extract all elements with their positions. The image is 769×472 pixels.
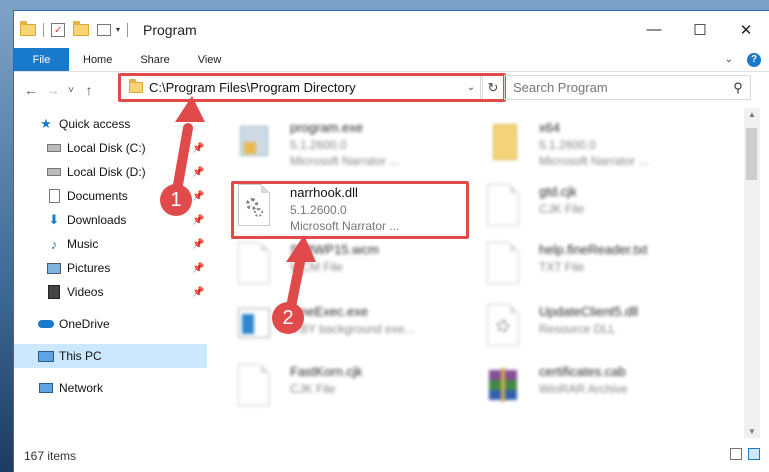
item-count: 167 items [24,448,77,463]
exe-icon [234,304,274,348]
maximize-button[interactable]: ☐ [677,15,723,45]
list-item[interactable]: gtd.cjk CJK File [460,178,710,234]
downloads-icon: ⬇ [48,212,60,227]
network-icon [38,381,54,395]
file-list: program.exe 5.1.2600.0 Microsoft Narrato… [211,108,744,438]
status-bar: 167 items [14,438,769,472]
scroll-up-icon[interactable]: ▲ [744,110,760,119]
customize-icon[interactable] [97,23,111,36]
dropdown-icon[interactable]: ▾ [116,25,120,34]
pin-icon[interactable]: 📌 [192,215,204,226]
chevron-down-icon[interactable]: ⌄ [725,54,733,65]
sidebar-item-videos[interactable]: Videos 📌 [14,280,207,304]
pin-icon[interactable]: 📌 [192,263,204,274]
explorer-window: ✓ ▾ Program — ☐ ✕ File Home Share View ⌄… [13,10,769,472]
sidebar-item-network[interactable]: Network [14,376,207,400]
minimize-button[interactable]: — [631,15,677,45]
details-view-icon[interactable] [730,448,742,460]
window-controls: — ☐ ✕ [631,15,769,45]
sidebar-item-local-disk-d[interactable]: Local Disk (D:) 📌 [14,160,207,184]
vertical-scrollbar[interactable]: ▲ ▼ [744,108,760,438]
tab-file[interactable]: File [14,48,69,71]
list-item[interactable]: UpdateClient5.dll Resource DLL [460,298,710,354]
title-bar: ✓ ▾ Program — ☐ ✕ [14,11,769,48]
scrollbar-thumb[interactable] [746,128,757,180]
tiles-view-icon[interactable] [748,448,760,460]
folder-icon [483,120,523,164]
file-highlight-box [231,181,469,239]
sidebar-item-quick-access[interactable]: ★ Quick access [14,112,207,136]
file-icon [483,242,523,286]
list-item[interactable]: help.fineReader.txt TXT File [460,236,710,292]
ribbon-tabs: File Home Share View ⌄ ? [14,48,769,72]
navigation-pane: ★ Quick access Local Disk (C:) 📌 Local D… [14,108,207,438]
pin-icon[interactable]: 📌 [192,287,204,298]
computer-icon [38,349,54,363]
documents-icon [46,189,62,203]
file-icon [234,364,274,408]
address-highlight-box [118,73,506,102]
pin-icon[interactable]: 📌 [192,191,204,202]
music-icon: ♪ [50,236,58,252]
search-box[interactable]: ⚲ [504,75,751,100]
help-icon[interactable]: ? [747,52,761,67]
winrar-icon [483,364,523,408]
onedrive-icon [38,317,54,331]
tab-view[interactable]: View [184,48,236,71]
forward-button[interactable]: → [42,82,64,98]
new-folder-icon[interactable] [73,20,89,36]
search-input[interactable] [513,80,726,95]
pin-icon[interactable]: 📌 [192,239,204,250]
exe-icon [234,120,274,164]
back-button[interactable]: ← [20,82,42,98]
file-icon [483,184,523,228]
list-item[interactable]: OneExec.exe ...BY background exe... [211,298,461,354]
list-item[interactable]: SoftWP15.wcm WCM File [211,236,461,292]
list-item[interactable]: program.exe 5.1.2600.0 Microsoft Narrato… [211,114,461,170]
search-icon[interactable]: ⚲ [726,80,750,96]
close-button[interactable]: ✕ [723,15,769,45]
window-title: Program [143,21,197,38]
scroll-down-icon[interactable]: ▼ [744,427,760,436]
drive-icon [46,165,62,179]
pin-icon[interactable]: 📌 [192,167,204,178]
sidebar-item-pictures[interactable]: Pictures 📌 [14,256,207,280]
callout-badge-1: 1 [160,184,192,216]
pin-icon[interactable]: 📌 [192,143,204,154]
videos-icon [46,285,62,299]
tab-share[interactable]: Share [126,48,183,71]
tab-home[interactable]: Home [69,48,126,71]
pictures-icon [46,261,62,275]
star-icon: ★ [40,116,52,131]
folder-icon [20,20,36,36]
list-item[interactable]: x64 5.1.2600.0 Microsoft Narrator ... [460,114,710,170]
drive-icon [46,141,62,155]
file-icon [234,242,274,286]
sidebar-item-this-pc[interactable]: This PC [14,344,207,368]
properties-icon[interactable]: ✓ [51,22,65,37]
quick-access-toolbar: ✓ ▾ [14,20,133,37]
list-item[interactable]: FastKorn.cjk CJK File [211,358,461,414]
sidebar-item-onedrive[interactable]: OneDrive [14,312,207,336]
sidebar-item-local-disk-c[interactable]: Local Disk (C:) 📌 [14,136,207,160]
recent-locations-button[interactable]: ˅ [64,85,78,96]
up-button[interactable]: ↑ [78,82,100,98]
sidebar-item-music[interactable]: ♪ Music 📌 [14,232,207,256]
dll-gear-icon [483,304,523,348]
callout-badge-2: 2 [272,302,304,334]
list-item[interactable]: certificates.cab WinRAR Archive [460,358,710,414]
